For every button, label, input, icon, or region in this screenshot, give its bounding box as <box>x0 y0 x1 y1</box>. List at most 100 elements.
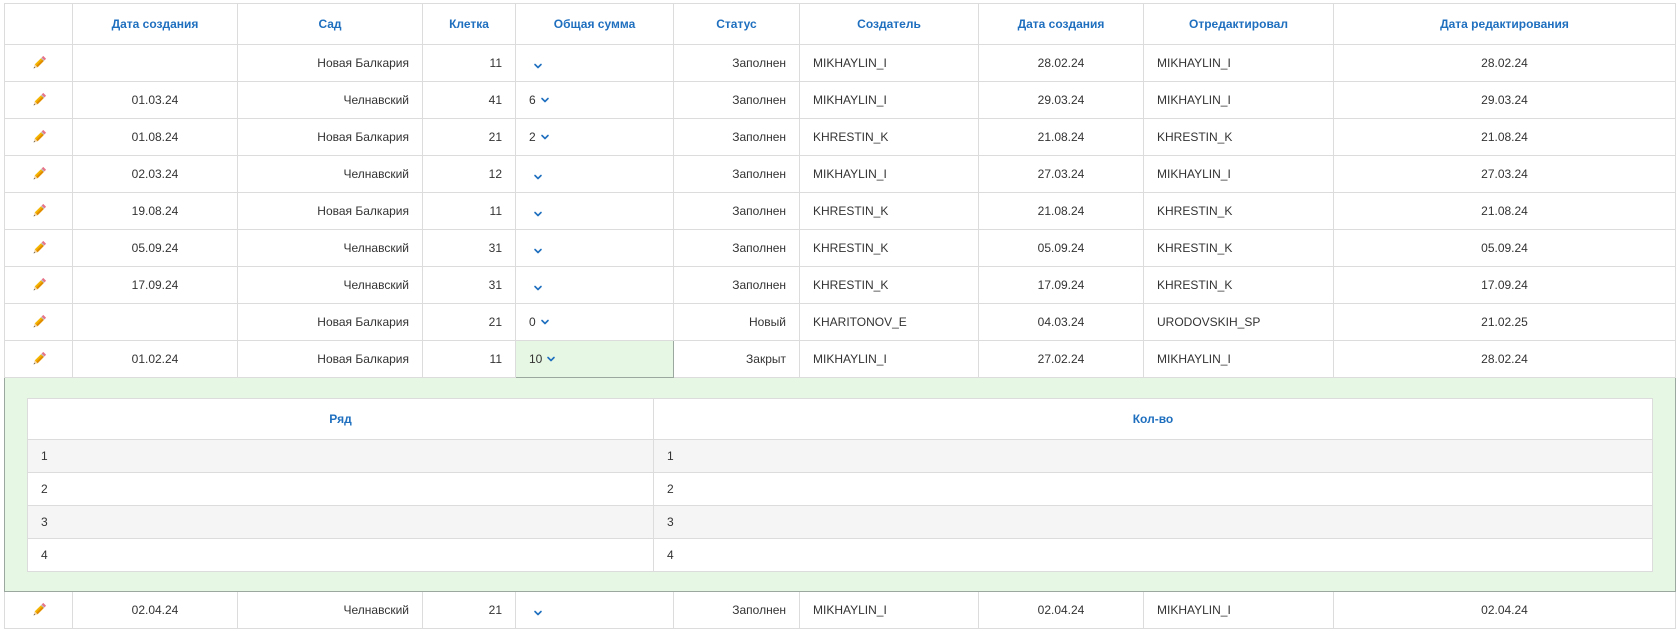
pencil-icon[interactable] <box>30 91 48 109</box>
chevron-down-icon[interactable] <box>533 172 543 182</box>
pencil-icon[interactable] <box>30 601 48 619</box>
creation-date-cell: 02.04.24 <box>978 591 1144 629</box>
expand-sum-toggle[interactable]: 2 <box>529 130 550 144</box>
column-header-created-date[interactable]: Дата создания <box>72 3 238 45</box>
total-sum-value: 0 <box>529 315 536 329</box>
chevron-down-icon[interactable] <box>540 95 550 105</box>
creator-cell: KHRESTIN_K <box>799 266 979 304</box>
cell-number-cell: 31 <box>422 229 516 267</box>
editor-cell: KHRESTIN_K <box>1143 192 1334 230</box>
chevron-down-icon[interactable] <box>533 61 543 71</box>
detail-panel-inner: Ряд Кол-во 1 1 2 2 3 3 4 4 <box>6 379 1675 591</box>
total-sum-cell[interactable] <box>515 229 674 267</box>
created-date-cell: 01.03.24 <box>72 81 238 119</box>
chevron-down-icon[interactable] <box>546 354 556 364</box>
creator-cell: KHRESTIN_K <box>799 192 979 230</box>
edit-cell <box>4 303 73 341</box>
column-header-editor[interactable]: Отредактировал <box>1143 3 1334 45</box>
detail-quantity: 4 <box>653 538 1653 572</box>
creator-cell: KHRESTIN_K <box>799 118 979 156</box>
chevron-down-icon[interactable] <box>540 132 550 142</box>
total-sum-value: 10 <box>529 352 543 366</box>
detail-table-row: 22 <box>27 472 1653 506</box>
detail-table: Ряд Кол-во 1 1 2 2 3 3 4 4 <box>27 398 1653 572</box>
creator-cell: MIKHAYLIN_I <box>799 591 979 629</box>
edit-cell <box>4 44 73 82</box>
column-header-cell[interactable]: Клетка <box>422 3 516 45</box>
total-sum-cell[interactable]: 6 <box>515 81 674 119</box>
cell-number-cell: 12 <box>422 155 516 193</box>
total-sum-cell[interactable]: 10 <box>515 340 674 378</box>
garden-cell: Новая Балкария <box>237 192 423 230</box>
expand-sum-toggle[interactable] <box>529 608 543 618</box>
pencil-icon[interactable] <box>30 54 48 72</box>
expand-sum-toggle[interactable]: 6 <box>529 93 550 107</box>
total-sum-cell[interactable]: 0 <box>515 303 674 341</box>
created-date-cell: 17.09.24 <box>72 266 238 304</box>
column-header-creator[interactable]: Создатель <box>799 3 979 45</box>
detail-quantity: 3 <box>653 505 1653 539</box>
pencil-icon[interactable] <box>30 350 48 368</box>
detail-table-row: 44 <box>27 538 1653 572</box>
total-sum-cell[interactable] <box>515 155 674 193</box>
expand-sum-toggle[interactable]: 0 <box>529 315 550 329</box>
cell-number-cell: 11 <box>422 340 516 378</box>
total-sum-cell[interactable] <box>515 192 674 230</box>
expand-sum-toggle[interactable] <box>529 172 543 182</box>
chevron-down-icon[interactable] <box>533 209 543 219</box>
pencil-icon[interactable] <box>30 313 48 331</box>
editor-cell: KHRESTIN_K <box>1143 229 1334 267</box>
chevron-down-icon[interactable] <box>540 317 550 327</box>
status-cell: Заполнен <box>673 81 800 119</box>
total-sum-cell[interactable] <box>515 591 674 629</box>
column-header-status[interactable]: Статус <box>673 3 800 45</box>
column-header-total-sum[interactable]: Общая сумма <box>515 3 674 45</box>
expand-sum-toggle[interactable] <box>529 283 543 293</box>
expand-sum-toggle[interactable]: 10 <box>529 352 556 366</box>
table-row[interactable]: Новая Балкария 21 0 Новый KHARITONOV_E 04.03.… <box>4 303 1676 341</box>
table-row[interactable]: 19.08.24 Новая Балкария 11 Заполнен KHRESTIN… <box>4 192 1676 230</box>
table-row[interactable]: 02.04.24 Челнавский 21 Заполнен MIKHAYLIN_I 0… <box>4 591 1676 629</box>
table-row[interactable]: 01.08.24 Новая Балкария 21 2 Заполнен KHRESTI… <box>4 118 1676 156</box>
detail-table-row: 33 <box>27 505 1653 539</box>
creator-cell: KHRESTIN_K <box>799 229 979 267</box>
edit-date-cell: 21.02.25 <box>1333 303 1676 341</box>
cell-number-cell: 11 <box>422 44 516 82</box>
edit-cell <box>4 155 73 193</box>
editor-cell: KHRESTIN_K <box>1143 266 1334 304</box>
expand-sum-toggle[interactable] <box>529 246 543 256</box>
edit-date-cell: 28.02.24 <box>1333 44 1676 82</box>
status-cell: Заполнен <box>673 44 800 82</box>
table-row[interactable]: 01.02.24 Новая Балкария 11 10 Закрыт MIKHAYLI… <box>4 340 1676 378</box>
pencil-icon[interactable] <box>30 276 48 294</box>
creation-date-cell: 04.03.24 <box>978 303 1144 341</box>
column-header-garden[interactable]: Сад <box>237 3 423 45</box>
column-header-edit <box>4 3 73 45</box>
pencil-icon[interactable] <box>30 202 48 220</box>
expand-sum-toggle[interactable] <box>529 61 543 71</box>
total-sum-cell[interactable]: 2 <box>515 118 674 156</box>
table-row[interactable]: 17.09.24 Челнавский 31 Заполнен KHRESTIN_K 17… <box>4 266 1676 304</box>
detail-column-header-row[interactable]: Ряд <box>27 398 654 440</box>
edit-date-cell: 17.09.24 <box>1333 266 1676 304</box>
chevron-down-icon[interactable] <box>533 246 543 256</box>
creation-date-cell: 21.08.24 <box>978 192 1144 230</box>
total-sum-cell[interactable] <box>515 44 674 82</box>
chevron-down-icon[interactable] <box>533 608 543 618</box>
pencil-icon[interactable] <box>30 239 48 257</box>
chevron-down-icon[interactable] <box>533 283 543 293</box>
creation-date-cell: 17.09.24 <box>978 266 1144 304</box>
column-header-creation-date[interactable]: Дата создания <box>978 3 1144 45</box>
detail-panel: Ряд Кол-во 1 1 2 2 3 3 4 4 <box>4 377 1676 592</box>
table-row[interactable]: 01.03.24 Челнавский 41 6 Заполнен MIKHAYLIN_I… <box>4 81 1676 119</box>
detail-column-header-qty[interactable]: Кол-во <box>653 398 1653 440</box>
table-row[interactable]: 05.09.24 Челнавский 31 Заполнен KHRESTIN_K 05… <box>4 229 1676 267</box>
total-sum-cell[interactable] <box>515 266 674 304</box>
column-header-edit-date[interactable]: Дата редактирования <box>1333 3 1676 45</box>
pencil-icon[interactable] <box>30 165 48 183</box>
garden-cell: Новая Балкария <box>237 340 423 378</box>
table-row[interactable]: 02.03.24 Челнавский 12 Заполнен MIKHAYLIN_I 2… <box>4 155 1676 193</box>
expand-sum-toggle[interactable] <box>529 209 543 219</box>
pencil-icon[interactable] <box>30 128 48 146</box>
table-row[interactable]: Новая Балкария 11 Заполнен MIKHAYLIN_I 28.02… <box>4 44 1676 82</box>
